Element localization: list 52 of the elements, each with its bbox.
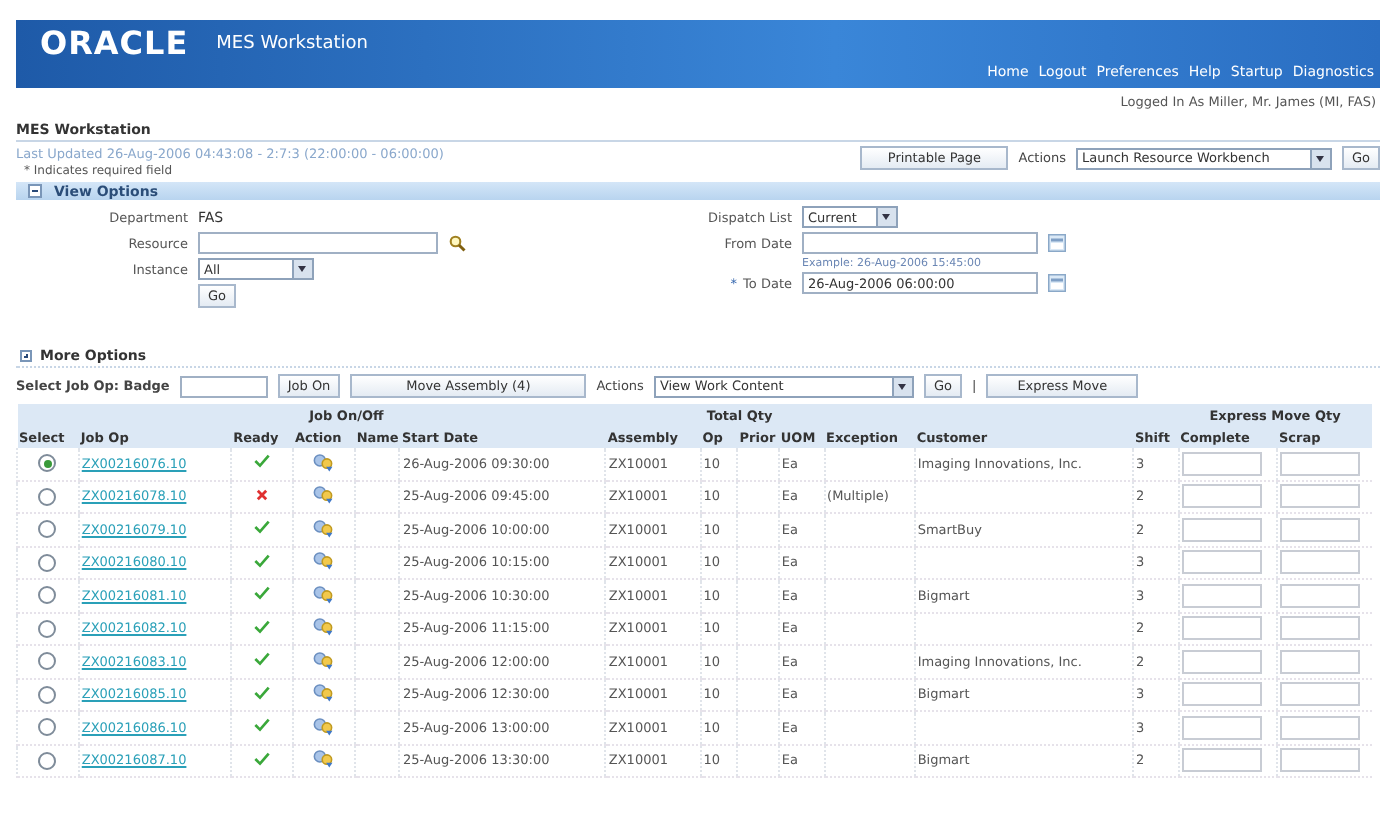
complete-qty-field[interactable] xyxy=(1181,484,1262,508)
complete-qty-field[interactable] xyxy=(1181,715,1262,739)
complete-qty-field[interactable] xyxy=(1181,583,1262,607)
action-icon[interactable] xyxy=(312,451,335,472)
dropdown-icon xyxy=(891,377,912,395)
row-radio[interactable] xyxy=(38,520,57,539)
scrap-qty-field[interactable] xyxy=(1280,517,1360,541)
complete-qty-field[interactable] xyxy=(1181,649,1262,673)
scrap-qty-field[interactable] xyxy=(1280,550,1360,574)
scrap-qty-field[interactable] xyxy=(1280,682,1360,706)
calendar-icon[interactable] xyxy=(1048,274,1066,292)
complete-qty-field[interactable] xyxy=(1181,550,1262,574)
action-icon[interactable] xyxy=(312,550,335,571)
complete-qty-field[interactable] xyxy=(1181,451,1262,475)
row-radio[interactable] xyxy=(38,619,57,638)
resource-field[interactable] xyxy=(198,232,438,254)
scrap-qty-field[interactable] xyxy=(1280,583,1360,607)
calendar-icon[interactable] xyxy=(1048,234,1066,252)
complete-qty-field[interactable] xyxy=(1181,748,1262,772)
action-icon[interactable] xyxy=(312,748,335,769)
scrap-qty-field[interactable] xyxy=(1280,616,1360,640)
action-icon[interactable] xyxy=(312,649,335,670)
dropdown-icon xyxy=(876,208,896,226)
dropdown-icon xyxy=(292,260,312,278)
action-icon[interactable] xyxy=(312,517,335,538)
row-radio[interactable] xyxy=(38,751,57,770)
from-date-field[interactable] xyxy=(802,232,1038,254)
complete-qty-field[interactable] xyxy=(1181,616,1262,640)
row-radio[interactable] xyxy=(38,685,57,704)
search-icon[interactable] xyxy=(448,234,466,252)
action-icon[interactable] xyxy=(312,682,335,703)
action-icon[interactable] xyxy=(312,715,335,736)
complete-qty-field[interactable] xyxy=(1181,517,1262,541)
scrap-qty-field[interactable] xyxy=(1280,451,1360,475)
logo: ORACLE xyxy=(40,28,189,60)
app-title: MES Workstation xyxy=(216,32,368,58)
complete-qty-field[interactable] xyxy=(1181,682,1262,706)
row-radio[interactable] xyxy=(38,454,57,473)
action-icon[interactable] xyxy=(312,583,335,604)
row-radio[interactable] xyxy=(38,652,57,671)
scrap-qty-field[interactable] xyxy=(1280,748,1360,772)
row-radio[interactable] xyxy=(38,553,57,572)
badge-field[interactable] xyxy=(179,375,268,397)
scrap-qty-field[interactable] xyxy=(1280,484,1360,508)
action-icon[interactable] xyxy=(312,484,335,505)
row-radio[interactable] xyxy=(38,487,57,506)
dropdown-icon xyxy=(1309,149,1330,167)
row-radio[interactable] xyxy=(38,586,57,605)
row-radio[interactable] xyxy=(38,718,57,737)
scrap-qty-field[interactable] xyxy=(1280,649,1360,673)
scrap-qty-field[interactable] xyxy=(1280,715,1360,739)
action-icon[interactable] xyxy=(312,616,335,637)
